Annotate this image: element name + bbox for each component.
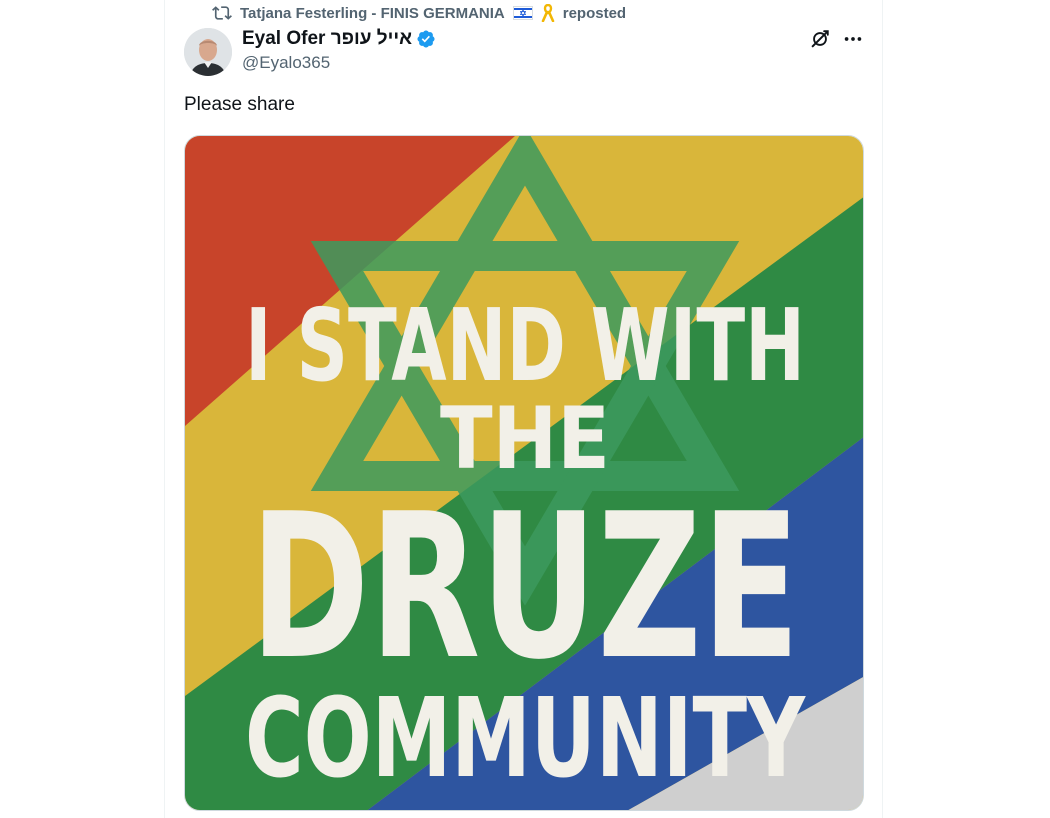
yellow-ribbon-icon: [541, 4, 555, 22]
avatar[interactable]: [184, 28, 232, 76]
author-block[interactable]: Eyal Ofer אייל עופר @Eyalo365: [242, 27, 436, 73]
poster-line-1: I STAND WITH: [245, 287, 805, 404]
druze-poster-image: I STAND WITH THE DRUZE COMMUNITY: [185, 136, 863, 810]
repost-icon: [212, 6, 232, 20]
author-handle[interactable]: @Eyalo365: [242, 53, 436, 73]
grok-icon[interactable]: [809, 28, 831, 50]
repost-header[interactable]: Tatjana Festerling - FINIS GERMANIA repo…: [212, 2, 626, 24]
reposter-name[interactable]: Tatjana Festerling - FINIS GERMANIA: [240, 5, 505, 22]
tweet-media-image[interactable]: I STAND WITH THE DRUZE COMMUNITY: [184, 135, 864, 811]
author-display-name[interactable]: Eyal Ofer אייל עופר: [242, 28, 412, 50]
verified-badge-icon: [417, 30, 435, 48]
more-dots-icon[interactable]: [842, 28, 864, 50]
avatar-portrait-icon: [184, 28, 232, 76]
poster-line-3: DRUZE: [250, 471, 800, 704]
israel-flag-icon: [512, 6, 533, 20]
repost-label: reposted: [562, 4, 627, 22]
poster-line-4: COMMUNITY: [245, 674, 806, 802]
tweet-text: Please share: [184, 94, 295, 115]
